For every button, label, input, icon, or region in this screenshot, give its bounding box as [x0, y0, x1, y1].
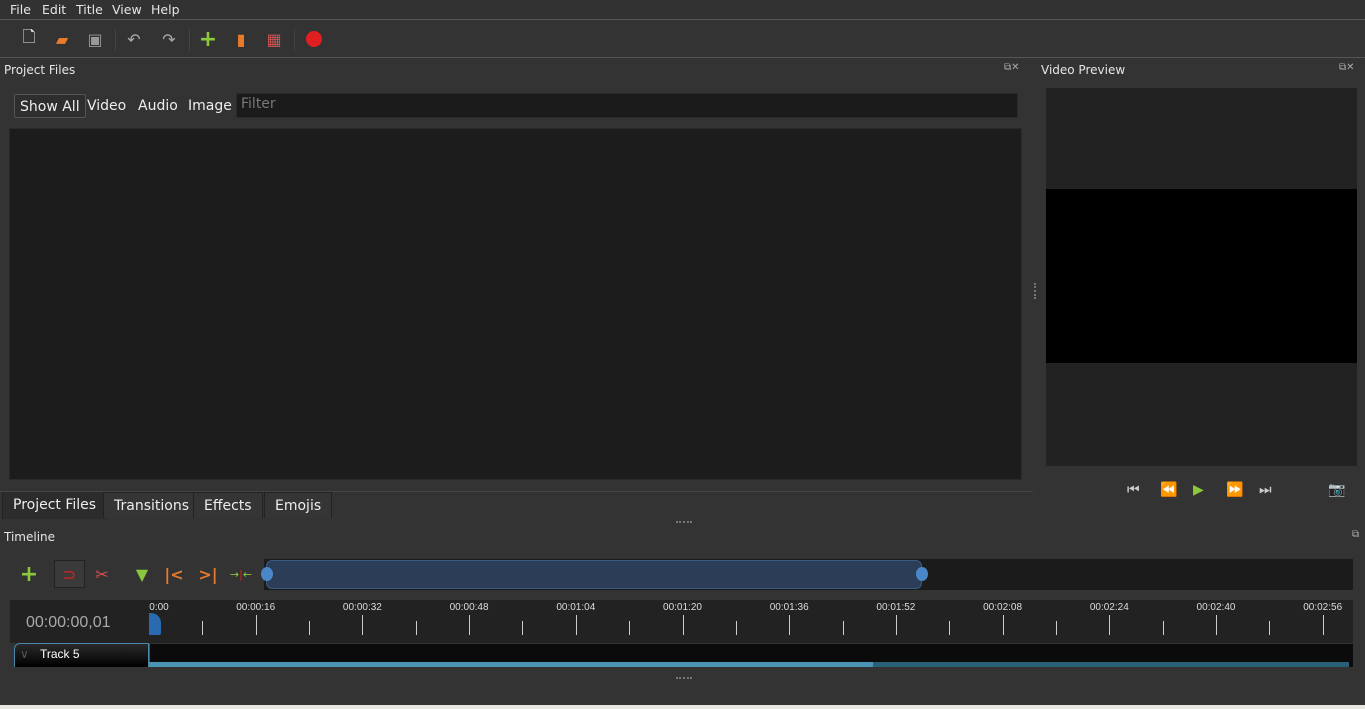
menu-view[interactable]: View: [112, 2, 142, 17]
track-row: ∨ Track 5: [14, 643, 1353, 667]
tab-emojis[interactable]: Emojis: [264, 492, 333, 518]
menu-title[interactable]: Title: [76, 2, 103, 17]
ruler-tick: [895, 615, 897, 635]
float-dock-icon[interactable]: ⧉✕: [1339, 62, 1355, 73]
main-toolbar: 🗋 ▰ ▣ ↶ ↷ + ▮ ▦: [0, 21, 1365, 58]
zoom-handle-left[interactable]: [261, 567, 273, 581]
filter-audio[interactable]: Audio: [133, 94, 183, 118]
ruler-label: 00:00:32: [342, 602, 382, 613]
fullscreen-icon[interactable]: ▦: [264, 29, 284, 49]
ruler-tick: [202, 621, 204, 635]
window-bottom-edge: [0, 705, 1365, 709]
play-icon[interactable]: ▶: [1193, 482, 1204, 498]
timeline-ruler[interactable]: 00:00:00,01 0:00 00:00:16 00:00:32 00:00:48…: [10, 600, 1353, 643]
undo-icon[interactable]: ↶: [124, 29, 144, 49]
center-playhead-icon[interactable]: → | ←: [228, 562, 254, 586]
snap-magnet-icon[interactable]: ⊃: [54, 560, 85, 588]
ruler-tick: [415, 621, 417, 635]
video-preview-title: Video Preview: [1041, 63, 1126, 77]
razor-scissors-icon[interactable]: ✂: [89, 562, 115, 586]
save-project-icon[interactable]: ▣: [85, 29, 105, 49]
filter-input[interactable]: Filter: [236, 93, 1018, 118]
ruler-tick: [575, 615, 577, 635]
ruler-label: 00:01:20: [663, 602, 702, 613]
previous-marker-icon[interactable]: |<: [161, 562, 187, 586]
menu-help[interactable]: Help: [151, 2, 180, 17]
open-project-icon[interactable]: ▰: [52, 29, 72, 49]
tab-effects[interactable]: Effects: [193, 492, 263, 518]
redo-icon[interactable]: ↷: [159, 29, 179, 49]
tab-project-files[interactable]: Project Files: [2, 491, 108, 519]
ruler-tick: [1109, 615, 1111, 635]
next-marker-icon[interactable]: >|: [195, 562, 221, 586]
track-lane[interactable]: [149, 643, 1353, 667]
ruler-tick: [735, 621, 737, 635]
ruler-tick: [682, 615, 684, 635]
ruler-tick: [949, 621, 951, 635]
zoom-handle-right[interactable]: [916, 567, 928, 581]
splitter-handle[interactable]: [676, 677, 692, 679]
ruler-tick: [1216, 615, 1217, 635]
float-dock-icon[interactable]: ⧉✕: [1004, 62, 1020, 73]
ruler-tick: [1055, 621, 1057, 635]
rewind-icon[interactable]: ⏪: [1160, 482, 1177, 498]
float-icon[interactable]: ⧉: [1352, 529, 1359, 540]
ruler-label: 00:02:08: [983, 602, 1023, 613]
fast-forward-icon[interactable]: ⏩: [1226, 482, 1243, 498]
splitter-handle[interactable]: [676, 521, 692, 523]
ruler-label: 00:02:40: [1196, 602, 1236, 613]
ruler-label: 00:00:16: [236, 602, 276, 613]
ruler-tick: [842, 621, 844, 635]
ruler-label: 00:02:24: [1089, 602, 1129, 613]
ruler-tick: [1322, 615, 1324, 635]
filter-video[interactable]: Video: [82, 94, 131, 118]
export-video-icon[interactable]: [304, 29, 324, 49]
playhead[interactable]: [149, 613, 161, 635]
ruler-label: 00:01:04: [556, 602, 596, 613]
ruler-tick: [1269, 621, 1271, 635]
ruler-label: 00:01:52: [876, 602, 916, 613]
ruler-label: 00:01:36: [769, 602, 809, 613]
timeline-title: Timeline: [4, 530, 56, 544]
jump-end-icon[interactable]: ⏭: [1259, 482, 1272, 498]
camera-icon[interactable]: 📷: [1328, 482, 1345, 498]
ruler-tick: [255, 615, 257, 635]
filter-image[interactable]: Image: [183, 94, 237, 118]
import-files-icon[interactable]: +: [198, 27, 218, 52]
timeline-zoom-scrollbar[interactable]: [261, 559, 1353, 590]
horizontal-scrollbar[interactable]: [149, 662, 1349, 667]
menu-file[interactable]: File: [10, 2, 31, 17]
menu-bar: File Edit Title View Help: [0, 0, 1365, 20]
ruler-tick: [789, 615, 791, 635]
ruler-label: 00:00:48: [449, 602, 489, 613]
ruler-tick: [362, 615, 364, 635]
profile-icon[interactable]: ▮: [231, 29, 251, 49]
project-files-list[interactable]: [9, 128, 1022, 480]
ruler-tick: [1162, 621, 1164, 635]
video-preview-screen: [1046, 88, 1357, 466]
filter-show-all[interactable]: Show All: [14, 94, 86, 118]
ruler-tick: [309, 621, 311, 635]
project-files-title: Project Files: [4, 63, 76, 77]
tab-transitions[interactable]: Transitions: [103, 492, 200, 518]
new-project-icon[interactable]: 🗋: [19, 27, 39, 49]
ruler-label: 0:00: [149, 602, 169, 613]
playhead-line: [149, 644, 150, 662]
ruler-tick: [629, 621, 631, 635]
ruler-tick: [469, 615, 471, 635]
menu-edit[interactable]: Edit: [42, 2, 66, 17]
ruler-tick: [1002, 615, 1004, 635]
ruler-tick: [522, 621, 524, 635]
add-marker-icon[interactable]: ▼: [129, 562, 155, 586]
add-track-icon[interactable]: +: [16, 562, 42, 587]
ruler-label: 00:02:56: [1303, 602, 1343, 613]
track-header[interactable]: ∨ Track 5: [14, 643, 149, 667]
collapse-chevron-icon[interactable]: ∨: [20, 647, 29, 661]
splitter-handle[interactable]: [1034, 283, 1036, 299]
current-time: 00:00:00,01: [26, 614, 111, 631]
zoom-range[interactable]: [266, 560, 922, 589]
track-name: Track 5: [40, 647, 80, 661]
jump-start-icon[interactable]: ⏮: [1127, 482, 1140, 498]
